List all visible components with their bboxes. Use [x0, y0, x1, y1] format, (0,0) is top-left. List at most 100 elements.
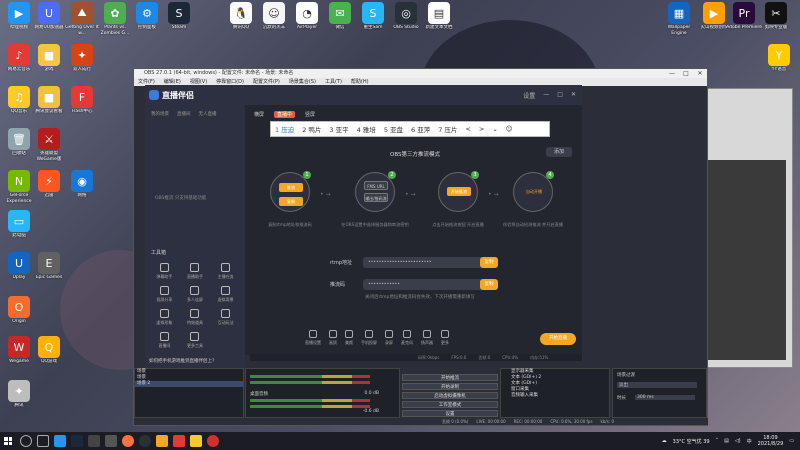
left-tab[interactable]: 无人直播 — [199, 111, 217, 117]
system-tray: ☁ 33°C 空气优 39 ˄ ▤ ◁) 中 18:09 2021/8/29 ▭ — [662, 432, 794, 450]
start-button[interactable] — [0, 432, 16, 450]
chevron-up-icon[interactable]: ˄ — [716, 438, 719, 444]
tab-landscape[interactable]: 横屏 — [254, 111, 264, 118]
toolbox-item[interactable]: 主播任务 — [210, 263, 241, 280]
toolbox-item[interactable]: 弹幕助手 — [149, 263, 180, 280]
bottom-tool[interactable]: 更多 — [441, 330, 449, 346]
tool-label: 多人连屏 — [186, 297, 203, 302]
left-tab[interactable]: 直播间 — [177, 111, 191, 117]
desktop-icon[interactable]: E Epic Games — [30, 252, 68, 296]
desktop-icon[interactable]: S Steam — [160, 2, 198, 46]
ime-candidate[interactable]: 6 亚萍 — [407, 124, 434, 134]
add-button[interactable]: 添加 — [546, 147, 572, 157]
bottom-tool[interactable]: 画质 — [329, 330, 337, 346]
notification-icon[interactable]: ▭ — [789, 438, 794, 444]
live-companion-icon[interactable] — [156, 435, 168, 447]
minimize-icon[interactable]: — — [543, 91, 549, 100]
task-view-icon[interactable] — [37, 435, 49, 447]
control-button[interactable]: 工作室模式 — [402, 401, 498, 408]
folder-icon[interactable] — [190, 435, 202, 447]
ime-next-icon[interactable]: > — [475, 125, 488, 133]
firefox-icon[interactable] — [122, 435, 134, 447]
maximize-icon[interactable]: □ — [679, 69, 693, 78]
control-button[interactable]: 开始录制 — [402, 383, 498, 390]
app-shortcut-icon: ■ — [38, 44, 60, 66]
ime-candidate[interactable]: 1 压迫 — [271, 124, 298, 134]
network-icon[interactable]: ▤ — [724, 438, 729, 444]
desktop-icon[interactable]: ⚔ 英雄联盟WeGame版 — [30, 128, 68, 172]
ime-candidate[interactable]: 4 雅培 — [353, 124, 380, 134]
toolbox-item[interactable]: 互动玩法 — [210, 309, 241, 326]
audio-mixer: 桌面音频 0.0 dB -0.6 dB — [245, 368, 400, 418]
desktop-icon[interactable]: Q QQ游戏 — [30, 336, 68, 380]
maximize-icon[interactable]: □ — [557, 91, 563, 100]
volume-icon[interactable]: ◁) — [735, 438, 741, 444]
rtmp-field[interactable]: •••••••••••••••••••••••• 复制 — [363, 257, 498, 268]
settings-icon[interactable]: 设置 — [523, 91, 535, 100]
search-icon[interactable] — [20, 435, 32, 447]
toolbox-item[interactable]: 特效道具 — [180, 309, 211, 326]
ime-candidate[interactable]: 2 鸭片 — [298, 124, 325, 134]
desktop-icon[interactable]: ✦ 双人成行 — [63, 44, 101, 88]
transition-dock: 场景过渡 淡出 时长 300 ms — [612, 368, 707, 418]
stream-key-field[interactable]: •••••••••••• 复制 — [363, 279, 498, 290]
toolbox-grid: 弹幕助手 直播助手 主播任务投屏分享 多人连屏 虚拟背景虚拟形象 特效道具 互动玩法直播间 更… — [149, 263, 241, 349]
edge-icon[interactable] — [54, 435, 66, 447]
obs-icon[interactable] — [139, 435, 151, 447]
minimize-icon[interactable]: — — [665, 69, 679, 78]
toolbox-item[interactable]: 直播助手 — [180, 263, 211, 280]
ime-prev-icon[interactable]: < — [461, 125, 474, 133]
tab-portrait[interactable]: 竖屏 — [305, 111, 315, 118]
app-icon[interactable] — [88, 435, 100, 447]
left-tab[interactable]: 我的场景 — [151, 111, 169, 117]
copy-key-button[interactable]: 复制 — [480, 279, 498, 290]
app-icon[interactable] — [207, 435, 219, 447]
toolbox-item[interactable]: 虚拟形象 — [149, 309, 180, 326]
control-button[interactable]: 启动虚拟摄像机 — [402, 392, 498, 399]
ime-candidate[interactable]: 3 亚平 — [325, 124, 352, 134]
desktop-icon[interactable]: ▤ 新建文本文档 — [420, 2, 458, 46]
desktop-icon[interactable]: ◉ 网络 — [63, 170, 101, 214]
desktop-icon[interactable]: ✂ 剪映专业版 — [757, 2, 795, 46]
copy-rtmp-button[interactable]: 复制 — [480, 257, 498, 268]
bottom-tool[interactable]: 手机投屏 — [361, 330, 377, 346]
desktop-icon[interactable]: ▦ Wallpaper Engine — [660, 2, 698, 46]
bottom-tool[interactable]: 录屏 — [385, 330, 393, 346]
toolbox-item[interactable]: 投屏分享 — [149, 286, 180, 303]
duration-input[interactable]: 300 ms — [635, 395, 695, 400]
toolbox-item[interactable]: 更多工具 — [180, 332, 211, 349]
scene-item[interactable]: 场景 2 — [135, 381, 243, 387]
bottom-tool[interactable]: 美颜 — [345, 330, 353, 346]
netease-music-icon[interactable] — [173, 435, 185, 447]
ime-expand-icon[interactable]: ⌄ — [488, 125, 501, 133]
source-item[interactable]: 音频输入采集 — [501, 393, 609, 399]
close-icon[interactable]: ✕ — [571, 91, 576, 100]
desktop-icon[interactable]: ✦ 腾讯 — [0, 380, 38, 424]
go-live-button[interactable]: 开始直播 — [540, 333, 576, 345]
control-button[interactable]: 开始推流 — [402, 374, 498, 381]
toolbox-item[interactable]: 多人连屏 — [180, 286, 211, 303]
bottom-tool[interactable]: 直播设置 — [305, 330, 321, 346]
desktop-icon[interactable]: ▭ 此电脑 — [0, 210, 38, 254]
ime-icon[interactable]: 中 — [747, 438, 752, 445]
toolbox-item[interactable]: 虚拟背景 — [210, 286, 241, 303]
weather-text[interactable]: 33°C 空气优 39 — [673, 438, 710, 445]
status-item: 内存:51% — [530, 355, 549, 360]
app-icon[interactable] — [105, 435, 117, 447]
ime-emoji-icon[interactable]: ☺ — [502, 125, 517, 133]
ime-candidate[interactable]: 7 压片 — [434, 124, 461, 134]
help-link[interactable]: 如何把手机游戏推到直播伴侣上? — [145, 355, 245, 369]
control-button[interactable]: 设置 — [402, 410, 498, 417]
transition-select[interactable]: 淡出 — [617, 382, 697, 388]
bottom-tool[interactable]: 扬声器 — [421, 330, 433, 346]
close-icon[interactable]: ✕ — [693, 69, 707, 78]
bottom-tool[interactable]: 麦克风 — [401, 330, 413, 346]
desktop-icon[interactable]: O Origin — [0, 296, 38, 340]
steam-icon[interactable] — [71, 435, 83, 447]
ime-candidate[interactable]: 5 亚盘 — [380, 124, 407, 134]
desktop-icon[interactable]: F Flash中心 — [63, 86, 101, 130]
toolbox-item[interactable]: 直播间 — [149, 332, 180, 349]
desktop-icon-label: 腾讯 — [14, 403, 24, 408]
desktop-icon[interactable]: Y YY语音 — [760, 44, 798, 88]
clock[interactable]: 18:09 2021/8/29 — [758, 435, 784, 447]
